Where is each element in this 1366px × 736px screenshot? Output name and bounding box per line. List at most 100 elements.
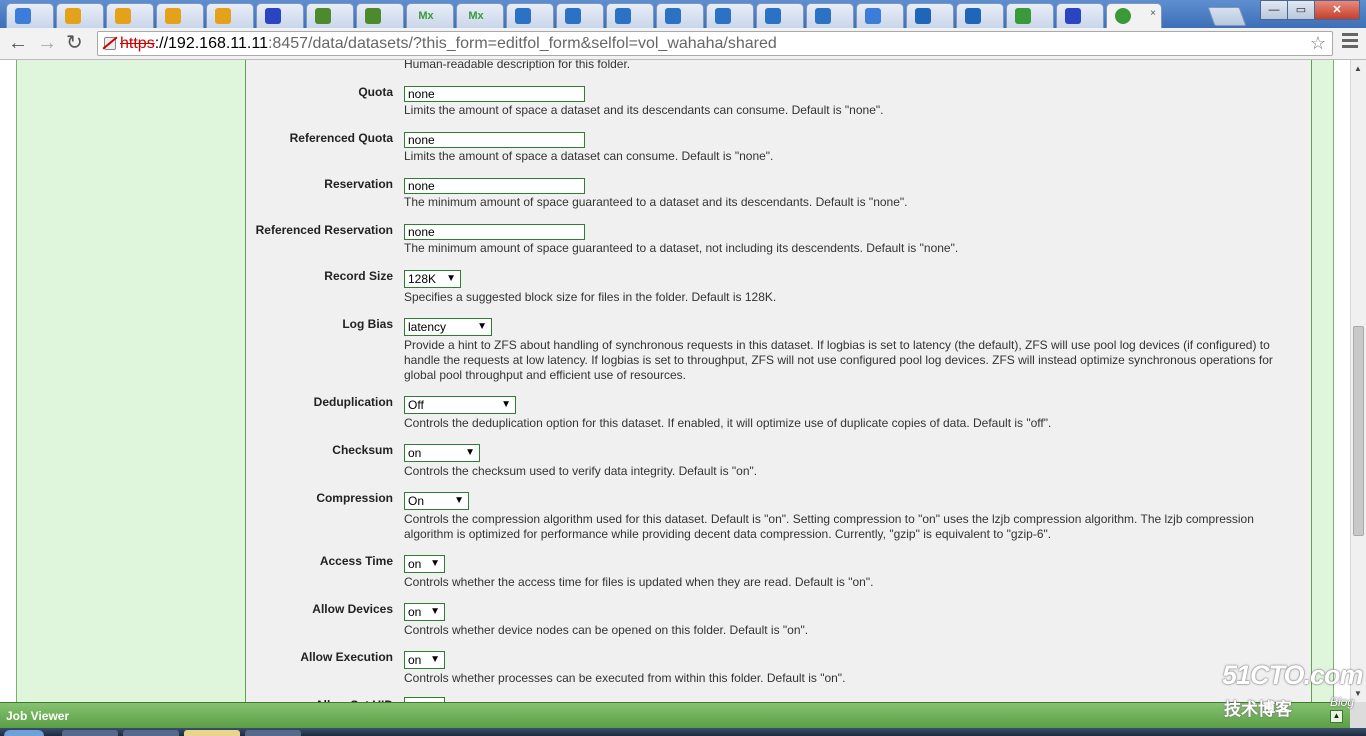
owl-icon (115, 8, 131, 24)
access-time-select[interactable]: on ▼ (404, 555, 445, 573)
edit-folder-form: Human-readable description for this fold… (246, 60, 1312, 702)
dropdown-arrow-icon[interactable]: ▼ (430, 604, 440, 620)
scroll-thumb[interactable] (1353, 326, 1364, 536)
browser-tab[interactable]: Mx (406, 3, 454, 28)
allow-devices-select[interactable]: on ▼ (404, 603, 445, 621)
reservation-input[interactable]: none (404, 178, 585, 194)
dropdown-arrow-icon[interactable]: ▼ (465, 445, 475, 461)
dropdown-arrow-icon[interactable]: ▼ (430, 556, 440, 572)
access-time-value: on (408, 557, 422, 571)
log-bias-select[interactable]: latency ▼ (404, 318, 492, 336)
new-tab-button[interactable] (1207, 7, 1247, 26)
browser-tab[interactable] (606, 3, 654, 28)
browser-toolbar: ← → ↻ https://192.168.11.11:8457/data/da… (0, 28, 1366, 60)
deduplication-select[interactable]: Off ▼ (404, 396, 516, 414)
play-icon (715, 8, 731, 24)
quota-help-text: Limits the amount of space a dataset and… (404, 103, 884, 117)
browser-tab[interactable] (956, 3, 1004, 28)
description-help-text: Human-readable description for this fold… (404, 60, 631, 71)
home-icon (915, 8, 931, 24)
browser-tab[interactable] (106, 3, 154, 28)
maximize-button[interactable]: ▭ (1287, 0, 1315, 20)
deduplication-help-text: Controls the deduplication option for th… (404, 416, 1052, 430)
record-size-select[interactable]: 128K ▼ (404, 270, 461, 288)
browser-tab[interactable] (556, 3, 604, 28)
record-size-help-text: Specifies a suggested block size for fil… (404, 290, 777, 304)
browser-tab[interactable] (156, 3, 204, 28)
referenced-reservation-value: none (408, 225, 435, 239)
os-taskbar (0, 728, 1366, 736)
browser-tab[interactable] (206, 3, 254, 28)
leaf-icon (1115, 8, 1131, 24)
browser-tab[interactable] (506, 3, 554, 28)
compression-value: On (408, 494, 425, 508)
dropdown-arrow-icon[interactable]: ▼ (446, 271, 456, 287)
url-text[interactable]: https://192.168.11.11:8457/data/datasets… (120, 35, 777, 53)
browser-tab[interactable]: Mx (456, 3, 504, 28)
job-viewer-bar[interactable]: Job Viewer ▲ (0, 702, 1350, 728)
book-icon (365, 8, 381, 24)
forward-button[interactable]: → (37, 33, 57, 53)
back-button[interactable]: ← (8, 33, 28, 53)
browser-tab[interactable] (1006, 3, 1054, 28)
dropdown-arrow-icon[interactable]: ▼ (454, 493, 464, 509)
referenced-quota-label: Referenced Quota (289, 131, 393, 145)
play-icon (515, 8, 531, 24)
browser-tab[interactable] (706, 3, 754, 28)
tab-close-icon[interactable]: × (1150, 8, 1156, 19)
job-viewer-title[interactable]: Job Viewer (6, 709, 69, 723)
browser-tab[interactable] (306, 3, 354, 28)
browser-tab-active[interactable]: × (1106, 3, 1162, 28)
dropdown-arrow-icon[interactable]: ▼ (430, 652, 440, 668)
allow-execution-label: Allow Execution (300, 650, 393, 664)
quota-input[interactable]: none (404, 86, 585, 102)
broken-lock-icon[interactable] (104, 37, 116, 50)
browser-tab[interactable] (806, 3, 854, 28)
allow-devices-help-text: Controls whether device nodes can be ope… (404, 623, 809, 637)
start-button[interactable] (4, 730, 44, 736)
referenced-reservation-label: Referenced Reservation (255, 223, 393, 237)
scroll-up-arrow-icon[interactable]: ▲ (1354, 64, 1362, 73)
dropdown-arrow-icon[interactable]: ▼ (477, 319, 487, 335)
browser-tab[interactable] (756, 3, 804, 28)
checksum-select[interactable]: on ▼ (404, 444, 480, 462)
watermark-line2: 技术博客 (1224, 700, 1292, 719)
allow-execution-select[interactable]: on ▼ (404, 651, 445, 669)
browser-tab[interactable] (6, 3, 54, 28)
browser-tab[interactable] (856, 3, 904, 28)
compression-select[interactable]: On ▼ (404, 492, 469, 510)
browser-tab[interactable] (1056, 3, 1104, 28)
reload-button[interactable]: ↻ (66, 33, 83, 53)
browser-tab[interactable] (56, 3, 104, 28)
browser-tab[interactable] (906, 3, 954, 28)
compression-help-text: Controls the compression algorithm used … (404, 512, 1254, 541)
browser-tab[interactable] (256, 3, 304, 28)
address-bar[interactable]: https://192.168.11.11:8457/data/datasets… (97, 31, 1333, 56)
taskbar-item[interactable] (245, 730, 301, 736)
play-icon (815, 8, 831, 24)
menu-icon[interactable] (1342, 33, 1358, 51)
checksum-label: Checksum (332, 443, 393, 457)
taskbar-item[interactable] (123, 730, 179, 736)
browser-tab[interactable] (356, 3, 404, 28)
dropdown-arrow-icon[interactable]: ▼ (501, 397, 511, 413)
reservation-label: Reservation (324, 177, 393, 191)
refresh-icon (965, 8, 981, 24)
page-content: Human-readable description for this fold… (0, 60, 1350, 702)
paw-icon (265, 8, 281, 24)
play-icon (565, 8, 581, 24)
page-scrollbar[interactable]: ▲ ▼ (1350, 60, 1366, 702)
taskbar-item[interactable] (184, 730, 240, 736)
referenced-quota-input[interactable]: none (404, 132, 585, 148)
taskbar-item[interactable] (62, 730, 118, 736)
access-time-label: Access Time (319, 554, 393, 568)
deduplication-value: Off (408, 398, 424, 412)
log-bias-help-text: Provide a hint to ZFS about handling of … (404, 338, 1273, 382)
checksum-help-text: Controls the checksum used to verify dat… (404, 464, 758, 478)
bookmark-star-icon[interactable]: ☆ (1310, 33, 1326, 54)
minimize-button[interactable]: — (1260, 0, 1288, 20)
browser-tab[interactable] (656, 3, 704, 28)
referenced-reservation-input[interactable]: none (404, 224, 585, 240)
close-window-button[interactable]: ✕ (1314, 0, 1360, 20)
app-icon (15, 8, 31, 24)
